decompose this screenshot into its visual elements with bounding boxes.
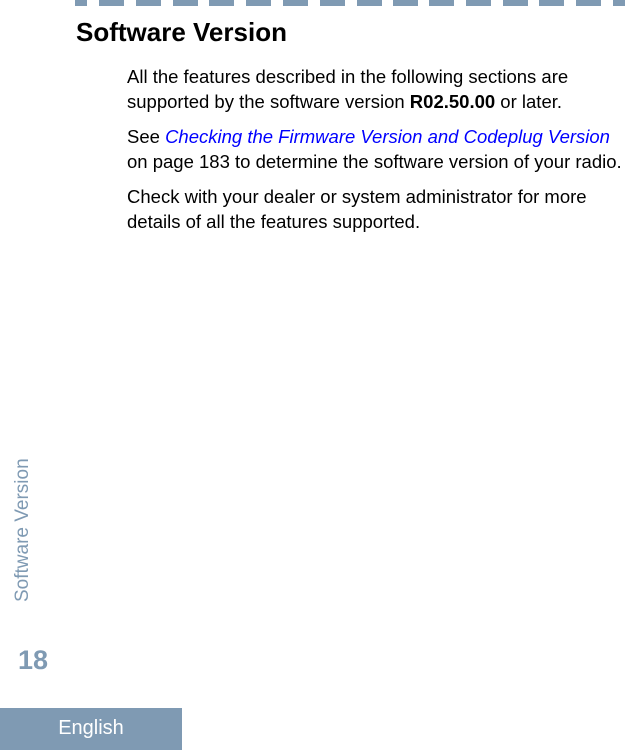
version-number: R02.50.00 bbox=[409, 91, 496, 112]
dash-segment bbox=[357, 0, 382, 6]
dash-segment bbox=[173, 0, 198, 6]
dash-segment bbox=[99, 0, 124, 6]
dash-segment bbox=[466, 0, 491, 6]
page-number: 18 bbox=[18, 645, 49, 675]
paragraph-check-dealer: Check with your dealer or system adminis… bbox=[127, 186, 587, 232]
paragraph-text: on page 183 to determine the software ve… bbox=[127, 151, 622, 172]
language-tab: English bbox=[58, 717, 124, 739]
paragraph-text: or later. bbox=[495, 91, 563, 112]
dash-segment bbox=[246, 0, 271, 6]
dash-segment bbox=[429, 0, 454, 6]
dash-segment bbox=[393, 0, 418, 6]
paragraph-see-reference: See Checking the Firmware Version and Co… bbox=[127, 124, 625, 174]
dash-segment bbox=[75, 0, 87, 6]
dash-segment bbox=[136, 0, 161, 6]
decorative-dashed-rule bbox=[0, 0, 625, 6]
side-running-title: Software Version bbox=[12, 458, 33, 602]
paragraph-text: See bbox=[127, 126, 166, 147]
dash-segment bbox=[539, 0, 564, 6]
dash-segment bbox=[576, 0, 601, 6]
dash-segment bbox=[503, 0, 528, 6]
cross-reference-link[interactable]: Checking the Firmware Version and Codepl… bbox=[165, 126, 610, 147]
dash-segment bbox=[320, 0, 345, 6]
paragraph-version-support: All the features described in the follow… bbox=[127, 64, 625, 114]
dash-segment bbox=[209, 0, 234, 6]
section-body: All the features described in the follow… bbox=[127, 64, 625, 244]
dash-segment bbox=[613, 0, 625, 6]
dash-segment bbox=[283, 0, 308, 6]
section-heading: Software Version bbox=[76, 17, 287, 47]
